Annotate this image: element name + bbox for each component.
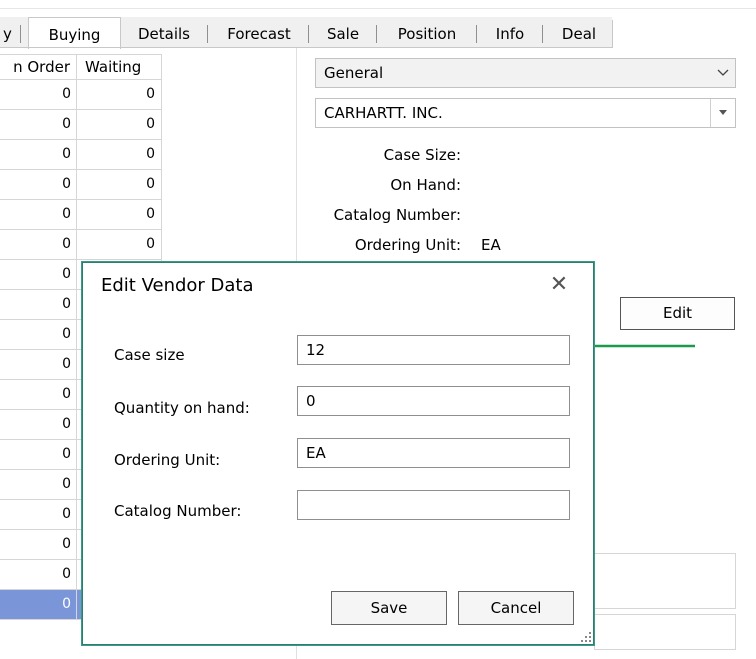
cell-on-order: 0 <box>0 410 77 439</box>
tab-separator <box>542 25 543 43</box>
cell-on-order: 0 <box>0 200 77 229</box>
cell-on-order: 0 <box>0 230 77 259</box>
cell-on-order: 0 <box>0 470 77 499</box>
table-row[interactable]: 00 <box>0 140 162 170</box>
tab-info[interactable]: Info <box>484 20 536 48</box>
ordering-unit-label: Ordering Unit: <box>354 236 461 254</box>
cancel-button[interactable]: Cancel <box>458 591 574 625</box>
quantity-on-hand-field-label: Quantity on hand: <box>114 399 250 417</box>
dialog-title: Edit Vendor Data <box>101 275 254 296</box>
table-row[interactable]: 00 <box>0 170 162 200</box>
grid-header: n Order Waiting <box>0 54 162 80</box>
table-row[interactable]: 00 <box>0 200 162 230</box>
cell-on-order: 0 <box>0 350 77 379</box>
catalog-number-field-label: Catalog Number: <box>114 502 242 520</box>
tab-separator <box>20 25 21 43</box>
edit-vendor-dialog: Edit Vendor Data ✕ Case size 12 Quantity… <box>82 262 594 645</box>
cell-on-order: 0 <box>0 380 77 409</box>
cell-on-order: 0 <box>0 590 77 619</box>
tab-separator <box>376 25 377 43</box>
cell-on-order: 0 <box>0 530 77 559</box>
cell-waiting: 0 <box>77 80 162 109</box>
table-row[interactable]: 00 <box>0 110 162 140</box>
cell-waiting: 0 <box>77 230 162 259</box>
column-header-waiting[interactable]: Waiting <box>77 55 162 79</box>
tab-strip: y Buying Details Forecast Sale Position … <box>0 0 756 49</box>
ordering-unit-value: EA <box>481 236 501 254</box>
resize-grip-icon[interactable] <box>581 632 591 642</box>
cell-waiting: 0 <box>77 110 162 139</box>
cell-on-order: 0 <box>0 80 77 109</box>
close-icon[interactable]: ✕ <box>545 271 573 299</box>
tab-partial[interactable]: y <box>0 20 20 48</box>
edit-button[interactable]: Edit <box>620 297 735 330</box>
tab-buying[interactable]: Buying <box>28 17 121 49</box>
category-select[interactable]: General <box>315 58 736 88</box>
save-button[interactable]: Save <box>331 591 447 625</box>
table-row[interactable]: 00 <box>0 230 162 260</box>
cell-on-order: 0 <box>0 440 77 469</box>
cell-on-order: 0 <box>0 140 77 169</box>
cell-on-order: 0 <box>0 500 77 529</box>
on-hand-label: On Hand: <box>390 176 461 194</box>
catalog-number-label: Catalog Number: <box>333 206 461 224</box>
cell-waiting: 0 <box>77 200 162 229</box>
tab-separator <box>612 20 613 48</box>
tab-sale[interactable]: Sale <box>316 20 370 48</box>
quantity-on-hand-input[interactable]: 0 <box>297 386 570 416</box>
info-box <box>594 553 736 609</box>
cell-on-order: 0 <box>0 110 77 139</box>
cell-on-order: 0 <box>0 560 77 589</box>
case-size-input[interactable]: 12 <box>297 335 570 365</box>
ordering-unit-field-label: Ordering Unit: <box>114 451 221 469</box>
ordering-unit-input[interactable]: EA <box>297 438 570 468</box>
cell-waiting: 0 <box>77 140 162 169</box>
tab-position[interactable]: Position <box>384 20 470 48</box>
cell-on-order: 0 <box>0 320 77 349</box>
chevron-down-icon[interactable] <box>711 59 735 87</box>
tab-separator <box>207 25 208 43</box>
tab-separator <box>476 25 477 43</box>
dropdown-arrow-icon[interactable] <box>710 99 735 127</box>
case-size-field-label: Case size <box>114 346 185 364</box>
info-box-lower <box>594 614 736 650</box>
cell-on-order: 0 <box>0 170 77 199</box>
cell-on-order: 0 <box>0 260 77 289</box>
tab-baseline <box>0 47 612 48</box>
vendor-select-value: CARHARTT. INC. <box>324 104 443 122</box>
tab-deal[interactable]: Deal <box>550 20 608 48</box>
cell-on-order: 0 <box>0 290 77 319</box>
tab-details[interactable]: Details <box>126 20 202 48</box>
cell-waiting: 0 <box>77 170 162 199</box>
case-size-label: Case Size: <box>383 146 461 164</box>
catalog-number-input[interactable] <box>297 490 570 520</box>
column-header-on-order[interactable]: n Order <box>0 55 77 79</box>
category-select-value: General <box>324 64 384 82</box>
top-divider <box>0 8 756 9</box>
vendor-select[interactable]: CARHARTT. INC. <box>315 98 736 128</box>
tab-separator <box>308 25 309 43</box>
tab-forecast[interactable]: Forecast <box>215 20 303 48</box>
table-row[interactable]: 00 <box>0 80 162 110</box>
